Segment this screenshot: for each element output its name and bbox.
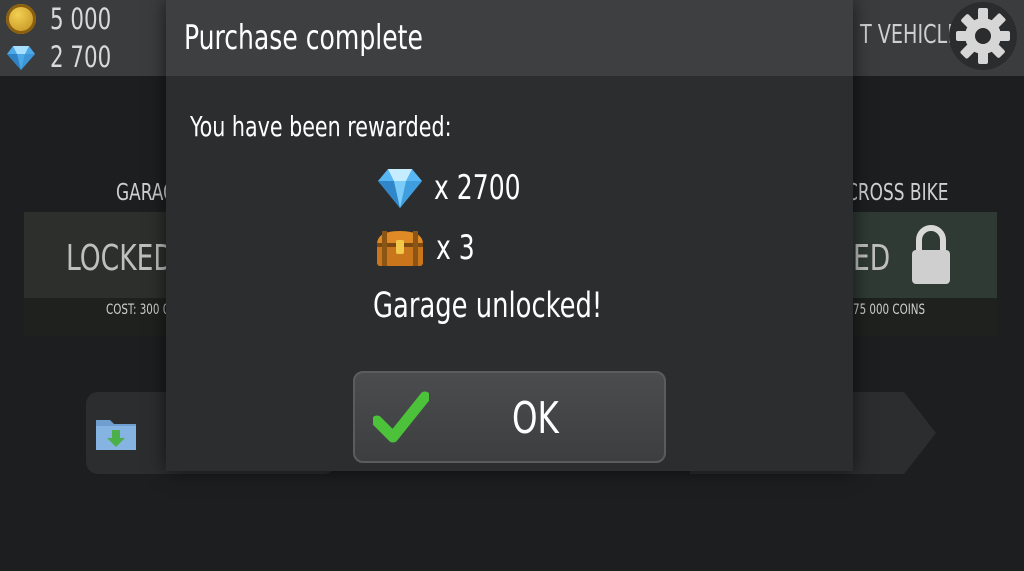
ok-label: OK — [512, 393, 559, 444]
purchase-dialog: Purchase complete You have been rewarded… — [166, 0, 853, 471]
unlock-message: Garage unlocked! — [373, 286, 603, 326]
reward-intro: You have been rewarded: — [190, 110, 452, 143]
checkmark-icon — [373, 391, 429, 443]
right-section-title: CROSS BIKE — [846, 180, 949, 206]
garage-card[interactable]: LOCKED COST: 300 0 — [24, 212, 174, 336]
dialog-title: Purchase complete — [184, 18, 423, 58]
coin-icon — [6, 4, 36, 34]
gem-count: 2 700 — [50, 40, 112, 74]
reward-quantity: x 3 — [436, 228, 475, 268]
ok-button[interactable]: OK — [353, 371, 666, 463]
right-arrow[interactable] — [904, 392, 936, 474]
reward-chests: x 3 — [374, 228, 483, 268]
gear-icon[interactable] — [946, 0, 1020, 72]
card-cost: 75 000 COINS — [853, 302, 926, 318]
next-vehicle-label: T VEHICLE — [860, 20, 960, 50]
card-status: LOCKED — [66, 238, 174, 279]
diamond-icon — [7, 46, 35, 70]
folder-download-icon — [96, 420, 136, 450]
card-status: ED — [853, 238, 891, 279]
reward-quantity: x 2700 — [434, 168, 521, 208]
cross-bike-card[interactable]: ED 75 000 COINS — [853, 212, 997, 336]
reward-gems: x 2700 — [376, 166, 540, 210]
lock-icon — [912, 225, 950, 284]
treasure-chest-icon — [377, 231, 423, 266]
gem-balance: 2 700 — [6, 40, 125, 74]
card-cost: COST: 300 0 — [106, 302, 170, 318]
coin-balance: 5 000 — [6, 2, 125, 36]
coin-count: 5 000 — [50, 2, 112, 36]
dialog-header: Purchase complete — [166, 0, 853, 76]
diamond-icon — [378, 169, 422, 208]
